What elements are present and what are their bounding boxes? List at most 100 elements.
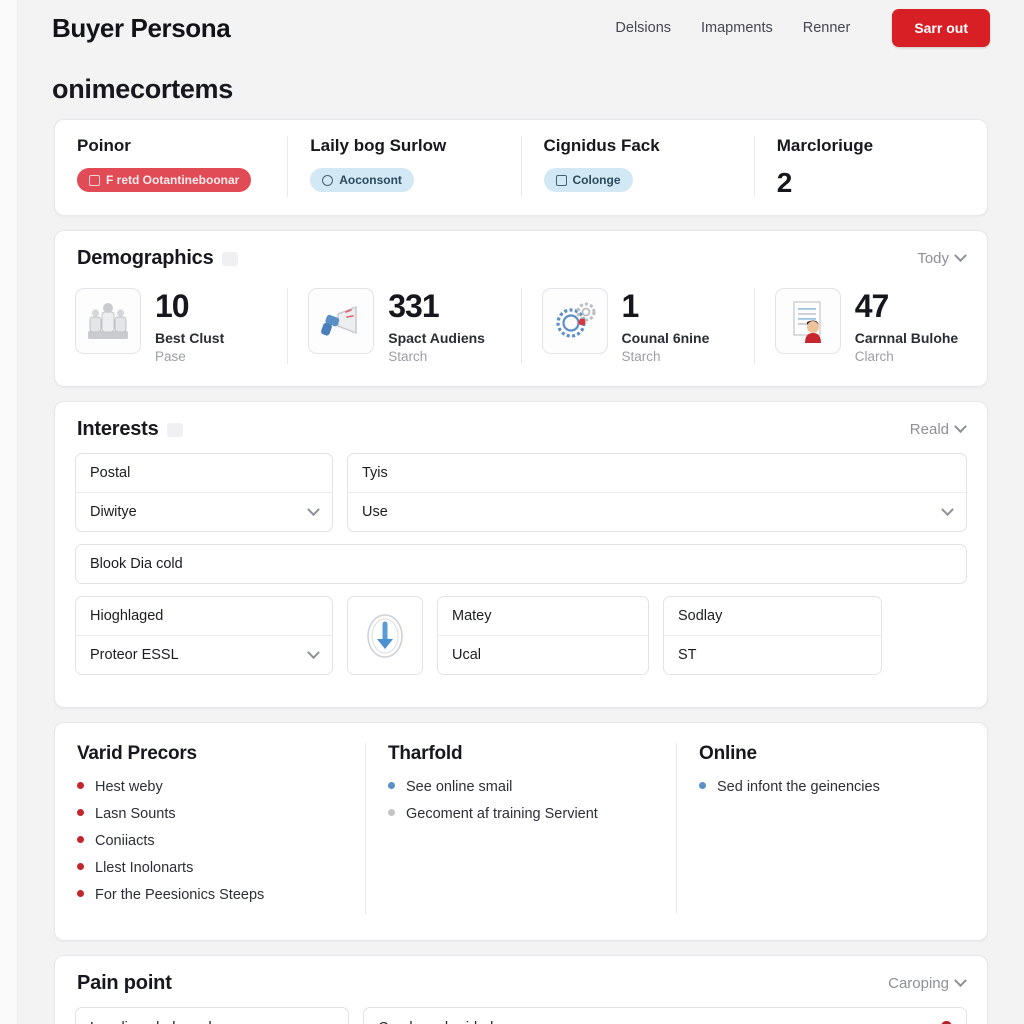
stat-sublabel: Starch xyxy=(621,349,661,365)
select-value-text: Diwitye xyxy=(90,504,137,521)
summary-value: 2 xyxy=(776,167,793,198)
field-hioghlaged[interactable]: Hioghlaged Proteor ESSL xyxy=(75,596,333,676)
list-item-text: Sed infont the geinencies xyxy=(717,779,880,796)
interests-filter-dropdown[interactable]: Reald xyxy=(909,420,967,439)
demographics-stat-best-clust: 10 Best Clust Pase xyxy=(55,288,289,365)
stat-sublabel: Starch xyxy=(388,349,428,365)
field-select-value[interactable]: Diwitye xyxy=(76,493,332,531)
demographics-stat-counal-online: 1 Counal 6nine Starch xyxy=(522,288,755,365)
column-heading: Online xyxy=(699,743,757,765)
group-icon xyxy=(75,288,141,355)
field-select-value[interactable]: Proteor ESSL xyxy=(76,636,332,674)
badge-label: Colonge xyxy=(572,173,621,187)
bullet-icon xyxy=(77,836,84,844)
placeholder-chip xyxy=(221,251,238,266)
list-item-text: Cerobay aherided xyxy=(378,1020,493,1024)
nav-link-renner[interactable]: Renner xyxy=(803,20,851,36)
list-item[interactable]: Cerobay aherided xyxy=(364,1008,966,1024)
status-badge-poinor[interactable]: F retd Ootantineboonar xyxy=(77,168,252,192)
stat-value: 1 xyxy=(621,288,640,325)
page-root: Buyer Persona Delsions Imapments Renner … xyxy=(0,0,1024,1024)
start-out-button[interactable]: Sarr out xyxy=(892,9,990,47)
status-badge-aoconsont[interactable]: Aoconsont xyxy=(310,168,414,192)
summary-title: Poinor xyxy=(77,136,131,155)
field-label: Hioghlaged xyxy=(76,597,332,637)
stat-value: 331 xyxy=(388,288,439,325)
pain-point-right-list: Cerobay aherided Merinorftriments xyxy=(363,1007,967,1024)
chevron-down-icon xyxy=(954,974,967,988)
demographics-header: Demographics Tody xyxy=(55,231,987,282)
download-icon xyxy=(367,614,403,658)
nav-link-decisions[interactable]: Delsions xyxy=(615,20,671,36)
summary-title: Laily bog Surlow xyxy=(310,136,447,155)
interests-card: Interests Reald Postal Diwitye Tyis Use … xyxy=(54,401,988,709)
list-item: See online smail xyxy=(388,779,654,795)
list-item: For the Peesionics Steeps xyxy=(77,887,343,903)
profile-card-icon xyxy=(774,288,841,355)
download-button[interactable] xyxy=(347,596,423,676)
field-matey[interactable]: Matey Ucal xyxy=(437,596,649,676)
insight-list: See online smail Gecoment af training Se… xyxy=(388,779,654,822)
insights-columns: Varid Precors Hest weby Lasn Sounts Coni… xyxy=(55,723,987,940)
list-item-text: Gecoment af training Servient xyxy=(406,806,598,823)
summary-title: Marcloriuge xyxy=(776,136,874,155)
list-item-text: Leacligna belevard xyxy=(90,1020,212,1024)
filter-label: Tody xyxy=(917,250,949,268)
select-value-text: Use xyxy=(362,504,388,521)
interests-heading: Interests xyxy=(77,418,159,441)
summary-title: Cignidus Fack xyxy=(543,136,660,155)
demographics-filter-dropdown[interactable]: Tody xyxy=(917,249,967,268)
filter-label: Reald xyxy=(909,421,949,439)
stat-value: 47 xyxy=(854,288,890,325)
insights-column-varid-precors: Varid Precors Hest weby Lasn Sounts Coni… xyxy=(55,743,366,915)
status-badge-colonge[interactable]: Colonge xyxy=(543,168,633,192)
list-item-text: Lasn Sounts xyxy=(95,806,176,823)
app-brand-title: Buyer Persona xyxy=(52,12,231,43)
list-item-text: Coniiacts xyxy=(95,833,155,850)
list-item: Coniiacts xyxy=(77,833,343,849)
list-item[interactable]: Leacligna belevard xyxy=(76,1008,348,1024)
placeholder-chip xyxy=(166,422,183,437)
insight-list: Sed infont the geinencies xyxy=(699,779,965,795)
main-nav: Delsions Imapments Renner Sarr out xyxy=(615,9,990,47)
stat-text: 10 Best Clust Pase xyxy=(155,288,224,364)
interests-row-2: Blook Dia cold xyxy=(75,544,967,585)
summary-row: Poinor F retd Ootantineboonar Laily bog … xyxy=(55,120,987,215)
top-navigation-bar: Buyer Persona Delsions Imapments Renner … xyxy=(18,0,1024,56)
bullet-icon xyxy=(699,782,706,790)
select-value-text: Proteor ESSL xyxy=(90,647,179,664)
bullet-icon xyxy=(77,863,84,871)
badge-label: F retd Ootantineboonar xyxy=(106,173,240,187)
field-postal[interactable]: Postal Diwitye xyxy=(75,453,333,533)
interests-row-1: Postal Diwitye Tyis Use xyxy=(75,453,967,533)
demographics-card: Demographics Tody 10 Best Clust Pase 331… xyxy=(54,230,988,388)
column-heading: Tharfold xyxy=(388,743,463,765)
field-blook-dia-cold[interactable]: Blook Dia cold xyxy=(75,544,967,585)
bullet-icon xyxy=(388,809,395,817)
list-item-text: Hest weby xyxy=(95,779,163,796)
pain-point-filter-dropdown[interactable]: Caroping xyxy=(888,974,967,993)
field-sodlay[interactable]: Sodlay ST xyxy=(663,596,882,676)
nav-link-imapments[interactable]: Imapments xyxy=(701,20,773,36)
field-label: Matey xyxy=(438,597,648,637)
chevron-down-icon xyxy=(954,249,967,263)
field-label: Sodlay xyxy=(664,597,881,637)
field-tyis[interactable]: Tyis Use xyxy=(347,453,967,533)
pain-point-body: Leacligna belevard Addhis imanittly Cero… xyxy=(55,1007,987,1024)
field-value-text: Ucal xyxy=(452,647,482,664)
insights-column-tharfold: Tharfold See online smail Gecoment af tr… xyxy=(366,743,677,915)
field-select-value[interactable]: Use xyxy=(348,493,966,531)
stat-text: 1 Counal 6nine Starch xyxy=(622,288,710,364)
bullet-icon xyxy=(77,890,84,898)
demographics-stat-carnnal-bulohe: 47 Carnnal Bulohe Clarch xyxy=(755,288,987,364)
summary-item-cignidus-fack: Cignidus Fack Colonge xyxy=(522,136,755,198)
filter-label: Caroping xyxy=(888,975,949,993)
bullet-icon xyxy=(388,782,395,790)
stat-label: Counal 6nine xyxy=(621,330,710,347)
pain-point-heading: Pain point xyxy=(77,972,172,995)
demographics-stats-row: 10 Best Clust Pase 331 Spact Audiens Sta… xyxy=(55,282,987,386)
chevron-down-icon xyxy=(941,503,954,516)
list-item: Sed infont the geinencies xyxy=(699,779,965,795)
chevron-down-icon xyxy=(954,420,967,434)
pain-point-header: Pain point Caroping xyxy=(55,956,987,1007)
